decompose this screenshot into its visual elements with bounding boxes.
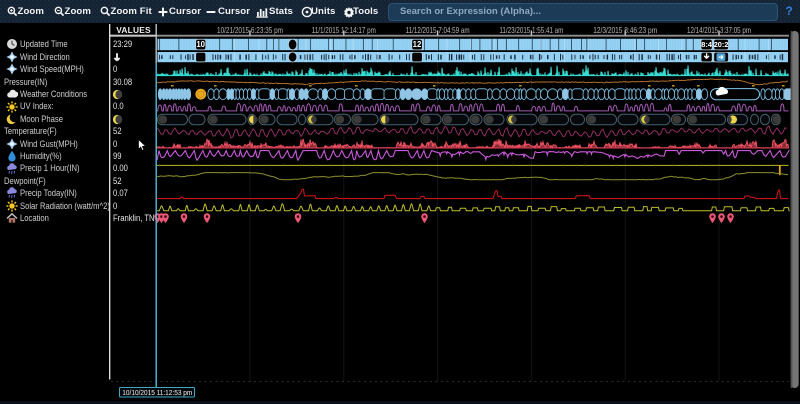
svg-text:12/14/2015 3:37:05 pm: 12/14/2015 3:37:05 pm [687,26,751,35]
svg-text:12/3/2015 8:46:23 pm: 12/3/2015 8:46:23 pm [593,26,657,35]
svg-text:10: 10 [196,40,205,49]
svg-text:10/10/2015 11:12:53 pm: 10/10/2015 11:12:53 pm [122,388,192,397]
svg-text:11/23/2015 1:55:41 am: 11/23/2015 1:55:41 am [499,26,563,35]
svg-text:11/1/2015 12:14:17 pm: 11/1/2015 12:14:17 pm [312,26,376,35]
svg-text:20:2: 20:2 [714,40,729,49]
svg-text:10/21/2015 6:23:35 pm: 10/21/2015 6:23:35 pm [217,26,283,35]
svg-text:11/12/2015 7:04:59 am: 11/12/2015 7:04:59 am [406,26,470,35]
svg-text:8:4: 8:4 [701,40,713,49]
svg-text:12: 12 [413,40,422,49]
